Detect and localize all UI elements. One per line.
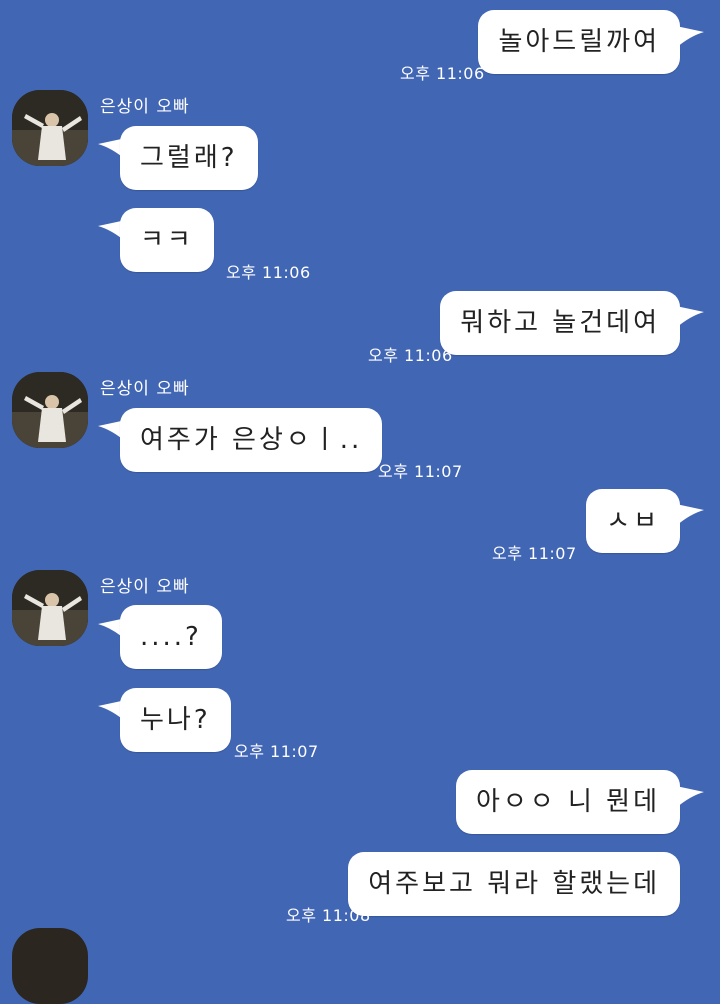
message-text: 그럴래? xyxy=(140,143,238,173)
message-text: 누나? xyxy=(140,705,211,735)
message-text: 놀아드릴까여 xyxy=(498,27,660,57)
message-timestamp: 오후 11:07 xyxy=(234,742,319,761)
message-text: 여주가 은상ㅇㅣ.. xyxy=(140,425,363,455)
message-timestamp: 오후 11:07 xyxy=(378,462,463,481)
message-bubble-outgoing[interactable]: ㅅㅂ xyxy=(586,489,680,553)
bubble-tail-right xyxy=(676,26,704,48)
sender-name: 은상이 오빠 xyxy=(100,379,190,399)
message-timestamp: 오후 11:06 xyxy=(400,64,485,83)
message-timestamp: 오후 11:07 xyxy=(492,544,577,563)
bubble-tail-right xyxy=(676,306,704,328)
message-bubble-incoming[interactable]: 여주가 은상ㅇㅣ.. xyxy=(120,408,383,472)
contact-avatar[interactable] xyxy=(12,928,88,1004)
message-text: 아ㅇㅇ 니 뭔데 xyxy=(475,787,660,817)
message-text: 뭐하고 놀건데여 xyxy=(460,308,660,338)
bubble-tail-right xyxy=(676,504,704,526)
contact-avatar[interactable] xyxy=(12,570,88,646)
contact-avatar[interactable] xyxy=(12,372,88,448)
message-timestamp: 오후 11:06 xyxy=(226,263,311,282)
message-bubble-incoming[interactable]: 그럴래? xyxy=(120,126,258,190)
message-bubble-outgoing[interactable]: 아ㅇㅇ 니 뭔데 xyxy=(455,770,680,834)
message-text: ㅋㅋ xyxy=(140,225,194,255)
message-bubble-incoming[interactable]: ㅋㅋ xyxy=(120,208,214,272)
bubble-tail-right xyxy=(676,786,704,808)
message-bubble-outgoing[interactable]: 뭐하고 놀건데여 xyxy=(440,291,680,355)
message-bubble-incoming[interactable]: 누나? xyxy=(120,688,231,752)
sender-name: 은상이 오빠 xyxy=(100,97,190,117)
message-timestamp: 오후 11:06 xyxy=(368,346,453,365)
message-text: 여주보고 뭐라 할랬는데 xyxy=(368,869,660,899)
message-timestamp: 오후 11:08 xyxy=(286,906,371,925)
message-bubble-incoming[interactable]: ....? xyxy=(120,605,222,669)
message-text: ....? xyxy=(140,622,202,652)
contact-avatar[interactable] xyxy=(12,90,88,166)
sender-name: 은상이 오빠 xyxy=(100,577,190,597)
message-bubble-outgoing[interactable]: 놀아드릴까여 xyxy=(478,10,680,74)
message-text: ㅅㅂ xyxy=(606,506,660,536)
message-bubble-outgoing[interactable]: 여주보고 뭐라 할랬는데 xyxy=(348,852,680,916)
